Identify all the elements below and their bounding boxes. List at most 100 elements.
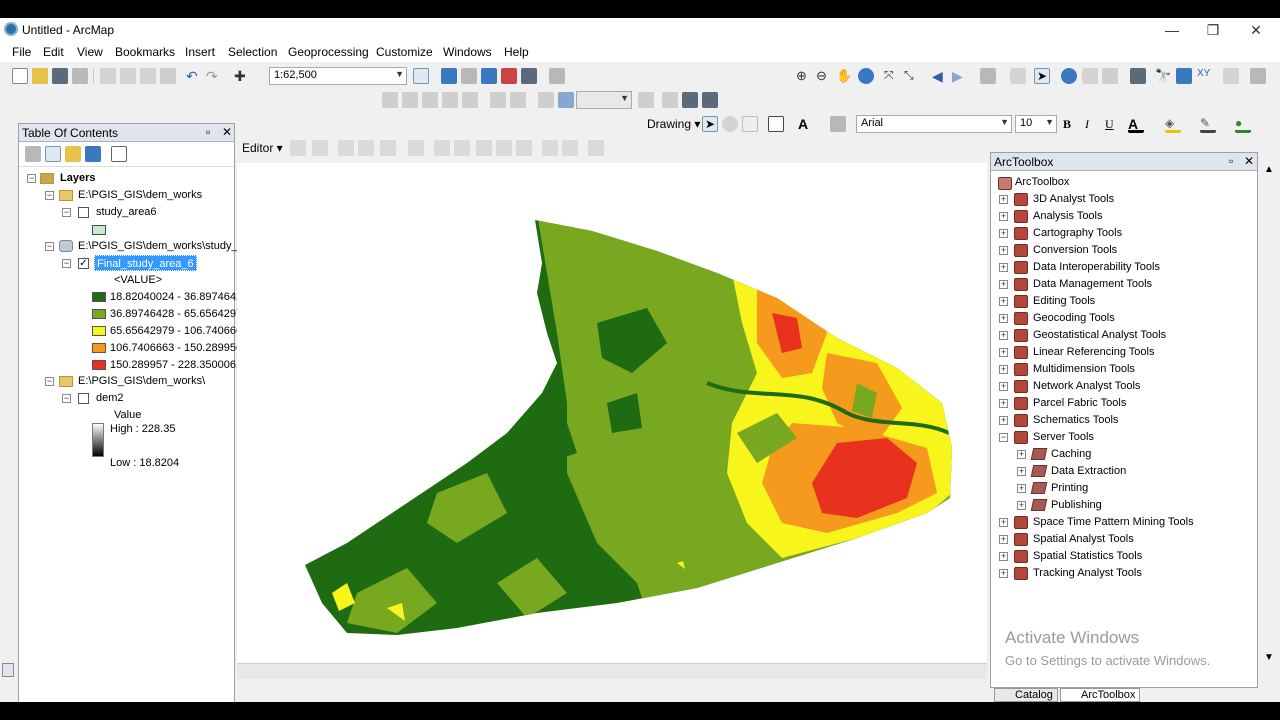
find-icon[interactable]: 🔭 [1155,68,1171,84]
zoom-to-selected-elements-icon[interactable] [742,116,758,132]
tab-catalog[interactable]: Catalog [994,688,1058,702]
create-viewer-window-icon[interactable] [1250,68,1266,84]
menu-edit[interactable]: Edit [43,45,64,59]
endpoint-arc-icon[interactable] [358,140,374,156]
bold-button[interactable]: B [1063,117,1071,132]
options-icon[interactable] [111,146,127,162]
menu-view[interactable]: View [77,45,103,59]
font-color-icon[interactable]: A [1128,116,1144,133]
toolbox-item[interactable]: Tracking Analyst Tools [1033,565,1142,581]
expand-icon[interactable]: + [1017,501,1026,510]
toolbox-item[interactable]: Data Extraction [1051,463,1126,479]
toc-autohide-icon[interactable]: ▫ [206,125,210,139]
drawing-menu[interactable]: Drawing ▾ [647,117,700,131]
stretch-ramp[interactable] [92,423,104,457]
point-icon[interactable] [408,140,424,156]
collapse-icon[interactable]: − [45,242,54,251]
toolbox-item[interactable]: Spatial Analyst Tools [1033,531,1134,547]
copy-icon[interactable] [120,68,136,84]
layer-visibility-checkbox[interactable] [78,207,89,218]
cut-icon[interactable] [100,68,116,84]
layer-final-study-area-6[interactable]: Final_study_area_6 [94,255,197,271]
source-folder-3[interactable]: E:\PGIS_GIS\dem_works\ [78,373,205,389]
toolbox-item[interactable]: Data Management Tools [1033,276,1152,292]
new-document-icon[interactable] [12,68,28,84]
map-view[interactable] [237,163,987,663]
font-name-select[interactable]: Arial ▼ [856,115,1012,133]
layout-zoom-in-icon[interactable] [382,92,398,108]
toolbox-item[interactable]: Space Time Pattern Mining Tools [1033,514,1194,530]
zoom-whole-page-icon[interactable] [442,92,458,108]
model-builder-icon[interactable] [549,68,565,84]
data-driven-pages-icon[interactable] [702,92,718,108]
layer-study-area6[interactable]: study_area6 [96,204,157,220]
expand-icon[interactable]: + [999,416,1008,425]
collapse-icon[interactable]: − [45,377,54,386]
expand-icon[interactable]: + [999,314,1008,323]
fill-color-icon[interactable]: ◈ [1165,116,1181,133]
go-back-extent-icon[interactable] [538,92,554,108]
toolbox-item[interactable]: Spatial Statistics Tools [1033,548,1142,564]
expand-icon[interactable]: + [999,518,1008,527]
rectangle-icon[interactable] [768,116,784,132]
back-extent-icon[interactable]: ◀ [932,68,948,84]
toolbox-item[interactable]: Multidimension Tools [1033,361,1135,377]
delete-icon[interactable] [160,68,176,84]
line-color-icon[interactable]: ✎ [1200,116,1216,133]
pan-icon[interactable]: ✋ [836,68,852,84]
forward-extent-icon[interactable]: ▶ [952,68,968,84]
attributes-icon[interactable] [542,140,558,156]
new-callout-icon[interactable] [830,116,846,132]
straight-segment-icon[interactable] [338,140,354,156]
italic-button[interactable]: I [1085,117,1089,132]
toolbox-item[interactable]: Schematics Tools [1033,412,1118,428]
toolbox-item[interactable]: Cartography Tools [1033,225,1122,241]
layer-dem2[interactable]: dem2 [96,390,124,406]
layer-visibility-checkbox[interactable] [78,393,89,404]
menu-selection[interactable]: Selection [228,45,277,59]
zoom-in-icon[interactable]: ⊕ [796,68,812,84]
toggle-draft-mode-icon[interactable] [638,92,654,108]
toolbox-item[interactable]: Network Analyst Tools [1033,378,1140,394]
marker-color-icon[interactable]: ● [1235,116,1251,133]
redo-icon[interactable]: ↷ [206,68,222,84]
undo-icon[interactable]: ↶ [186,68,202,84]
toolbox-item[interactable]: Linear Referencing Tools [1033,344,1154,360]
toc-close-icon[interactable]: ✕ [222,125,232,139]
expand-icon[interactable]: + [999,246,1008,255]
go-to-xy-icon[interactable]: XY [1197,68,1213,84]
clear-selection-icon[interactable] [1010,68,1026,84]
save-icon[interactable] [52,68,68,84]
source-folder-1[interactable]: E:\PGIS_GIS\dem_works [78,187,202,203]
toolbox-item[interactable]: Conversion Tools [1033,242,1117,258]
expand-icon[interactable]: + [999,399,1008,408]
menu-help[interactable]: Help [504,45,529,59]
collapse-icon[interactable]: − [62,208,71,217]
zoom-100-icon[interactable] [462,92,478,108]
fixed-zoom-out-layout-icon[interactable] [510,92,526,108]
menu-geoprocessing[interactable]: Geoprocessing [288,45,369,59]
go-forward-extent-icon[interactable] [558,92,574,108]
fixed-zoom-out-icon[interactable]: ⤡ [904,68,920,84]
toolbox-item[interactable]: Geocoding Tools [1033,310,1115,326]
layout-zoom-select[interactable]: ▼ [576,91,632,109]
expand-icon[interactable]: + [1017,450,1026,459]
font-size-select[interactable]: 10 ▼ [1015,115,1057,133]
rotate-edit-icon[interactable] [516,140,532,156]
class-swatch[interactable] [92,292,106,302]
new-text-icon[interactable]: A [798,116,814,132]
catalog-window-icon[interactable] [461,68,477,84]
expand-icon[interactable]: + [999,348,1008,357]
map-horizontal-scrollbar[interactable] [237,663,987,679]
arctoolbox-window-icon[interactable] [501,68,517,84]
expand-icon[interactable]: + [999,280,1008,289]
toolbox-item[interactable]: Publishing [1051,497,1102,513]
reshape-icon[interactable] [454,140,470,156]
scroll-up-icon[interactable]: ▲ [1264,164,1274,175]
select-elements-drawing-icon[interactable]: ➤ [702,116,718,132]
time-slider-icon[interactable] [1223,68,1239,84]
map-canvas[interactable] [237,163,987,663]
sketch-properties-icon[interactable] [562,140,578,156]
edit-vertices-icon[interactable] [434,140,450,156]
python-window-icon[interactable] [521,68,537,84]
